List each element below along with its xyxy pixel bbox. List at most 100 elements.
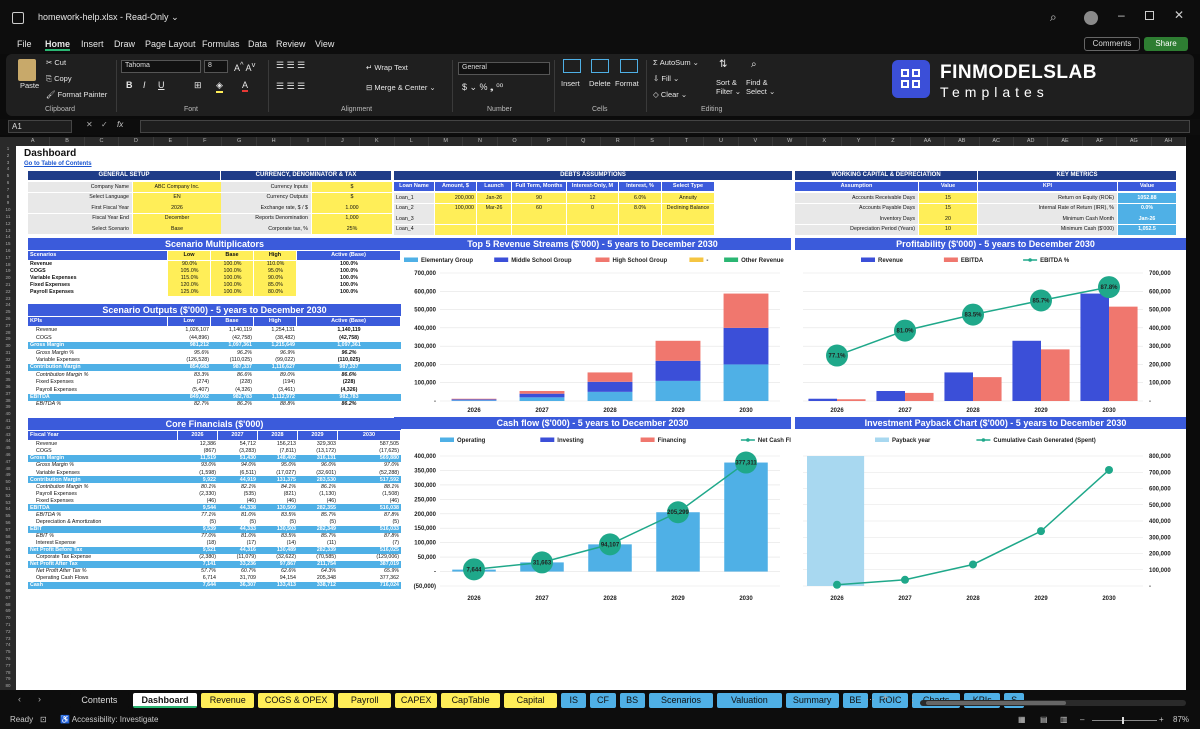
row-header[interactable]: 30 [0,343,16,350]
row-header[interactable]: 52 [0,493,16,500]
row-header[interactable]: 74 [0,642,16,649]
column-header[interactable]: B [50,137,85,146]
loan-value[interactable]: Annuity [664,195,712,202]
setting-value[interactable]: $ [312,184,392,191]
zoom-out-icon[interactable]: – [1080,715,1084,724]
input-cell[interactable] [662,224,714,235]
row-header[interactable]: 72 [0,629,16,636]
cumulative-cash-point[interactable] [1105,465,1113,474]
column-header[interactable]: AG [1117,137,1152,146]
fill-button[interactable]: ⇩ Fill ⌄ [653,74,679,83]
number-format-select[interactable]: General [458,62,550,75]
row-header[interactable]: 57 [0,527,16,534]
multipliers-cell[interactable]: 125.0% [170,289,209,296]
loan-value[interactable]: 6.0% [621,195,659,202]
toc-link[interactable]: Go to Table of Contents [24,161,92,167]
loan-value[interactable]: 8.0% [621,205,659,212]
row-header[interactable]: 47 [0,459,16,466]
row-header[interactable]: 31 [0,350,16,357]
zoom-in-icon[interactable]: + [1159,715,1164,724]
row-header[interactable]: 27 [0,323,16,330]
tab-revenue[interactable]: Revenue [201,693,255,708]
row-header[interactable]: 70 [0,615,16,622]
tab-be[interactable]: BE [842,693,868,708]
row-header[interactable]: 78 [0,670,16,677]
column-header[interactable]: AD [1014,137,1049,146]
row-header[interactable]: 38 [0,398,16,405]
column-header[interactable]: H [257,137,292,146]
sort-filter-icon[interactable]: ⇅ [719,59,727,70]
sort-filter-button[interactable]: Sort & Filter ⌄ [716,78,741,96]
revenue-bar-segment[interactable] [723,293,769,328]
row-header[interactable]: 25 [0,309,16,316]
horizontal-scrollbar[interactable] [920,700,1186,706]
row-header[interactable]: 54 [0,506,16,513]
row-header[interactable]: 23 [0,296,16,303]
input-cell[interactable] [567,214,618,225]
tab-scenarios[interactable]: Scenarios [648,693,714,708]
column-header[interactable]: X [807,137,842,146]
tabs-more-icon[interactable]: ⋯ [866,694,875,705]
row-header[interactable]: 60 [0,547,16,554]
row-header[interactable]: 37 [0,391,16,398]
input-cell[interactable] [619,214,661,225]
grow-font-icon[interactable]: A^ Av [234,60,255,73]
format-icon[interactable] [620,59,638,73]
window-title[interactable]: homework-help.xlsx - Read-Only ⌄ [38,12,179,23]
revenue-bar-segment[interactable] [655,380,701,401]
sheet-options-icon[interactable]: ⋮ [908,694,917,705]
row-header[interactable]: 10 [0,207,16,214]
column-header[interactable]: T [670,137,705,146]
tab-cogs---opex[interactable]: COGS & OPEX [258,693,334,708]
ebitda-bar[interactable] [837,399,866,401]
enter-icon[interactable]: ✓ [101,120,108,129]
profitability-chart[interactable]: Revenue EBITDA EBITDA % 700,000 600,000 500,0… [795,251,1186,415]
tab-cf[interactable]: CF [590,693,616,708]
revenue-bar-segment[interactable] [519,393,565,398]
row-header[interactable]: 14 [0,234,16,241]
row-header[interactable]: 5 [0,173,16,180]
wc-value[interactable]: 15 [919,195,977,202]
row-header[interactable]: 80 [0,683,16,690]
worksheet[interactable]: Dashboard Go to Table of Contents GENERA… [16,146,1186,690]
tab-capital[interactable]: Capital [504,693,558,708]
align-left-icon[interactable]: ☰ ☰ ☰ [276,81,305,92]
row-header[interactable]: 15 [0,241,16,248]
format-painter-button[interactable]: 🖌 Format Painter [46,90,107,99]
row-header[interactable]: 32 [0,357,16,364]
setting-value[interactable]: 1,000 [312,215,392,222]
column-header[interactable]: A [16,137,51,146]
wc-value[interactable]: 15 [919,205,977,212]
row-header[interactable]: 45 [0,445,16,452]
column-header[interactable]: AF [1083,137,1118,146]
row-header[interactable]: 69 [0,608,16,615]
input-cell[interactable] [435,224,476,235]
setting-value[interactable]: $ [312,194,392,201]
column-header[interactable]: L [395,137,429,146]
column-header[interactable]: AC [980,137,1014,146]
tab-bs[interactable]: BS [619,693,645,708]
row-header[interactable]: 63 [0,568,16,575]
multipliers-cell[interactable]: 80.0% [256,289,295,296]
loan-value[interactable]: 90 [514,195,564,202]
loan-value[interactable]: Declining Balance [664,205,712,212]
revenue-bar-segment[interactable] [587,372,633,382]
tab-contents[interactable]: Contents [70,693,129,708]
input-cell[interactable] [512,214,566,225]
row-header[interactable]: 51 [0,486,16,493]
paste-icon[interactable] [18,59,36,81]
bold-button[interactable]: B [126,80,133,90]
cumulative-cash-point[interactable] [1037,527,1045,536]
cumulative-cash-point[interactable] [969,560,977,569]
column-header[interactable]: G [222,137,257,146]
row-header[interactable]: 76 [0,656,16,663]
insert-button[interactable]: Insert [561,79,580,88]
revenue-bar-segment[interactable] [451,399,497,401]
minimize-icon[interactable]: – [1118,8,1125,22]
loan-value[interactable]: 100,000 [437,205,474,212]
revenue-bar-segment[interactable] [519,397,565,401]
cumulative-cash-point[interactable] [833,580,841,589]
column-header[interactable]: I [291,137,326,146]
revenue-bar-segment[interactable] [451,400,497,401]
ebitda-bar[interactable] [1109,306,1138,401]
